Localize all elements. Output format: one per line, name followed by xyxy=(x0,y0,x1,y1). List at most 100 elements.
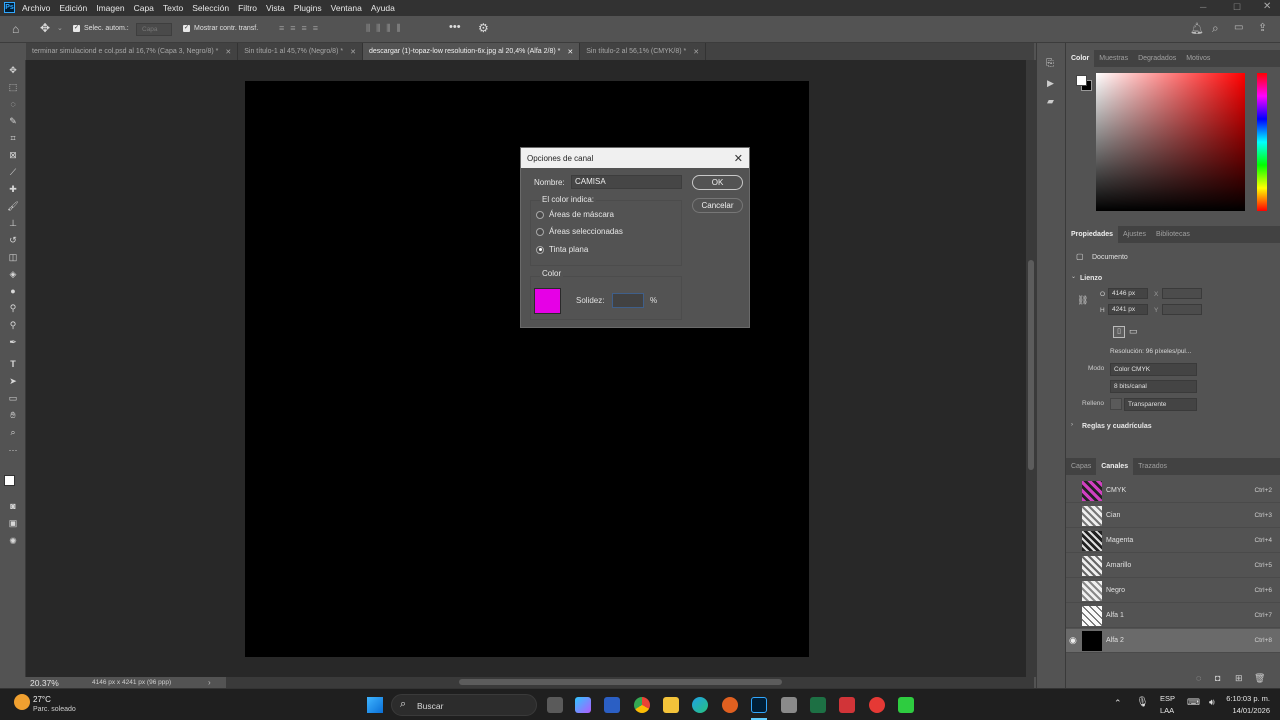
bell-icon[interactable]: 🔔︎ xyxy=(1190,22,1204,35)
menu-seleccion[interactable]: Selección xyxy=(192,3,229,13)
volume-icon[interactable]: 🔊︎ xyxy=(1209,697,1215,708)
microphone-icon[interactable]: 🎙︎ xyxy=(1136,697,1149,708)
menu-filtro[interactable]: Filtro xyxy=(238,3,257,13)
scroll-thumb[interactable] xyxy=(459,679,782,685)
menu-texto[interactable]: Texto xyxy=(163,3,183,13)
tab-ajustes[interactable]: Ajustes xyxy=(1118,226,1151,243)
path-select-icon[interactable]: ➤ xyxy=(7,375,19,387)
healing-brush-icon[interactable]: ✚ xyxy=(7,183,19,195)
menu-capa[interactable]: Capa xyxy=(134,3,154,13)
copilot-icon[interactable] xyxy=(575,697,591,713)
channel-row-selected[interactable]: ◉ Alfa 2 Ctrl+8 xyxy=(1066,629,1280,653)
frame-tool-icon[interactable]: ⊠ xyxy=(7,149,19,161)
new-channel-icon[interactable]: ⊞ xyxy=(1235,673,1243,684)
tab-trazados[interactable]: Trazados xyxy=(1133,458,1172,475)
fill-swatch[interactable] xyxy=(1110,398,1122,410)
minimize-icon[interactable]: ─ xyxy=(1200,2,1206,12)
tab-propiedades[interactable]: Propiedades xyxy=(1066,226,1119,243)
app-red-icon[interactable] xyxy=(839,697,855,713)
weather-icon[interactable] xyxy=(14,694,30,710)
cancel-button[interactable]: Cancelar xyxy=(692,198,743,213)
app-icon[interactable] xyxy=(722,697,738,713)
color-swatch[interactable] xyxy=(534,288,561,314)
channel-row[interactable]: Alfa 1 Ctrl+7 xyxy=(1066,604,1280,628)
channel-row[interactable]: Negro Ctrl+6 xyxy=(1066,579,1280,603)
load-selection-icon[interactable]: ◌ xyxy=(1196,673,1201,683)
auto-select-checkbox[interactable]: ✓ xyxy=(73,25,80,32)
clock-time[interactable]: 6:10:03 p. m. xyxy=(1222,694,1270,703)
ok-button[interactable]: OK xyxy=(692,175,743,190)
more-tools-icon[interactable]: ··· xyxy=(7,444,19,456)
channel-row[interactable]: CMYK Ctrl+2 xyxy=(1066,479,1280,503)
close-tab-icon[interactable]: ✕ xyxy=(350,48,356,56)
link-icon[interactable]: ⛓ xyxy=(1077,295,1088,306)
rulers-section-title[interactable]: Reglas y cuadrículas xyxy=(1082,423,1152,430)
zoom-tool-icon[interactable]: ⌕ xyxy=(7,426,19,438)
chevron-right-icon[interactable]: › xyxy=(1071,422,1073,428)
rectangle-tool-icon[interactable]: ▭ xyxy=(7,392,19,404)
doc-tab[interactable]: Sin título-1 al 45,7% (Negro/8) * ✕ xyxy=(238,43,363,60)
channel-name-input[interactable]: CAMISA xyxy=(571,175,682,189)
radio-selected-areas[interactable]: Áreas seleccionadas xyxy=(536,227,623,236)
scroll-thumb[interactable] xyxy=(1028,260,1034,470)
align-icons[interactable]: ≡≡≡≡ xyxy=(279,23,324,33)
menu-ventana[interactable]: Ventana xyxy=(331,3,362,13)
history-icon[interactable]: ⎘ xyxy=(1046,58,1054,69)
mode-dropdown[interactable]: Color CMYK xyxy=(1110,363,1197,376)
sponge-tool-icon[interactable]: ⚲ xyxy=(7,319,19,331)
auto-select-dropdown[interactable]: Capa xyxy=(136,23,172,36)
brush-tool-icon[interactable]: 🖌︎ xyxy=(7,200,19,212)
save-selection-icon[interactable]: ◘ xyxy=(1215,673,1220,683)
edge-icon[interactable] xyxy=(692,697,708,713)
excel-icon[interactable] xyxy=(810,697,826,713)
maximize-icon[interactable]: ☐ xyxy=(1233,2,1241,13)
marquee-tool-icon[interactable]: ⬚ xyxy=(7,81,19,93)
vertical-scrollbar[interactable] xyxy=(1026,60,1036,677)
tab-bibliotecas[interactable]: Bibliotecas xyxy=(1151,226,1195,243)
file-explorer-icon[interactable] xyxy=(663,697,679,713)
gear-icon[interactable]: ⚙ xyxy=(478,21,489,35)
history-brush-icon[interactable]: ↺ xyxy=(7,234,19,246)
solidity-input[interactable] xyxy=(612,293,644,308)
calculator-icon[interactable] xyxy=(781,697,797,713)
x-field[interactable] xyxy=(1162,288,1202,299)
move-tool-icon[interactable]: ✥ xyxy=(7,64,19,76)
radio-mask-areas[interactable]: Áreas de máscara xyxy=(536,210,614,219)
play-icon[interactable]: ▶ xyxy=(1047,78,1054,89)
close-icon[interactable]: ✕ xyxy=(1263,1,1271,12)
blur-tool-icon[interactable]: ● xyxy=(7,285,19,297)
more-options-icon[interactable]: ••• xyxy=(449,21,461,33)
canvas-section-title[interactable]: Lienzo xyxy=(1080,275,1102,282)
horizontal-scrollbar[interactable] xyxy=(224,677,1034,688)
hue-slider[interactable] xyxy=(1257,73,1267,211)
chevron-down-icon[interactable]: ⌄ xyxy=(57,24,63,32)
color-field[interactable] xyxy=(1096,73,1245,211)
whatsapp-icon[interactable] xyxy=(898,697,914,713)
width-field[interactable]: 4146 px xyxy=(1108,288,1148,299)
doc-tab[interactable]: terminar simulaciond e col.psd al 16,7% … xyxy=(26,43,239,60)
height-field[interactable]: 4241 px xyxy=(1108,304,1148,315)
tab-canales[interactable]: Canales xyxy=(1096,458,1134,475)
language-top[interactable]: ESP xyxy=(1160,694,1175,703)
weather-temp[interactable]: 27°C xyxy=(33,695,51,704)
screen-mode-icon[interactable]: ▣ xyxy=(7,517,19,529)
close-icon[interactable]: ✕ xyxy=(734,152,743,165)
tab-capas[interactable]: Capas xyxy=(1066,458,1096,475)
photoshop-taskbar-icon[interactable] xyxy=(751,697,767,713)
foreground-color-swatch[interactable] xyxy=(4,475,15,486)
tab-muestras[interactable]: Muestras xyxy=(1094,50,1133,67)
eyedropper-tool-icon[interactable]: ⟋ xyxy=(7,166,19,178)
menu-archivo[interactable]: Archivo xyxy=(22,3,50,13)
channel-row[interactable]: Amarillo Ctrl+5 xyxy=(1066,554,1280,578)
crop-tool-icon[interactable]: ⌗ xyxy=(7,132,19,144)
eraser-tool-icon[interactable]: ◫ xyxy=(7,251,19,263)
close-tab-icon[interactable]: ✕ xyxy=(567,48,573,56)
task-view-icon[interactable] xyxy=(547,697,563,713)
foreground-color-swatch[interactable] xyxy=(1076,75,1087,86)
radio-spot-color[interactable]: Tinta plana xyxy=(536,245,588,254)
word-icon[interactable] xyxy=(604,697,620,713)
channel-row[interactable]: Magenta Ctrl+4 xyxy=(1066,529,1280,553)
close-tab-icon[interactable]: ✕ xyxy=(693,48,699,56)
network-icon[interactable]: ⌨ xyxy=(1187,697,1200,708)
dialog-titlebar[interactable]: Opciones de canal ✕ xyxy=(521,148,749,168)
